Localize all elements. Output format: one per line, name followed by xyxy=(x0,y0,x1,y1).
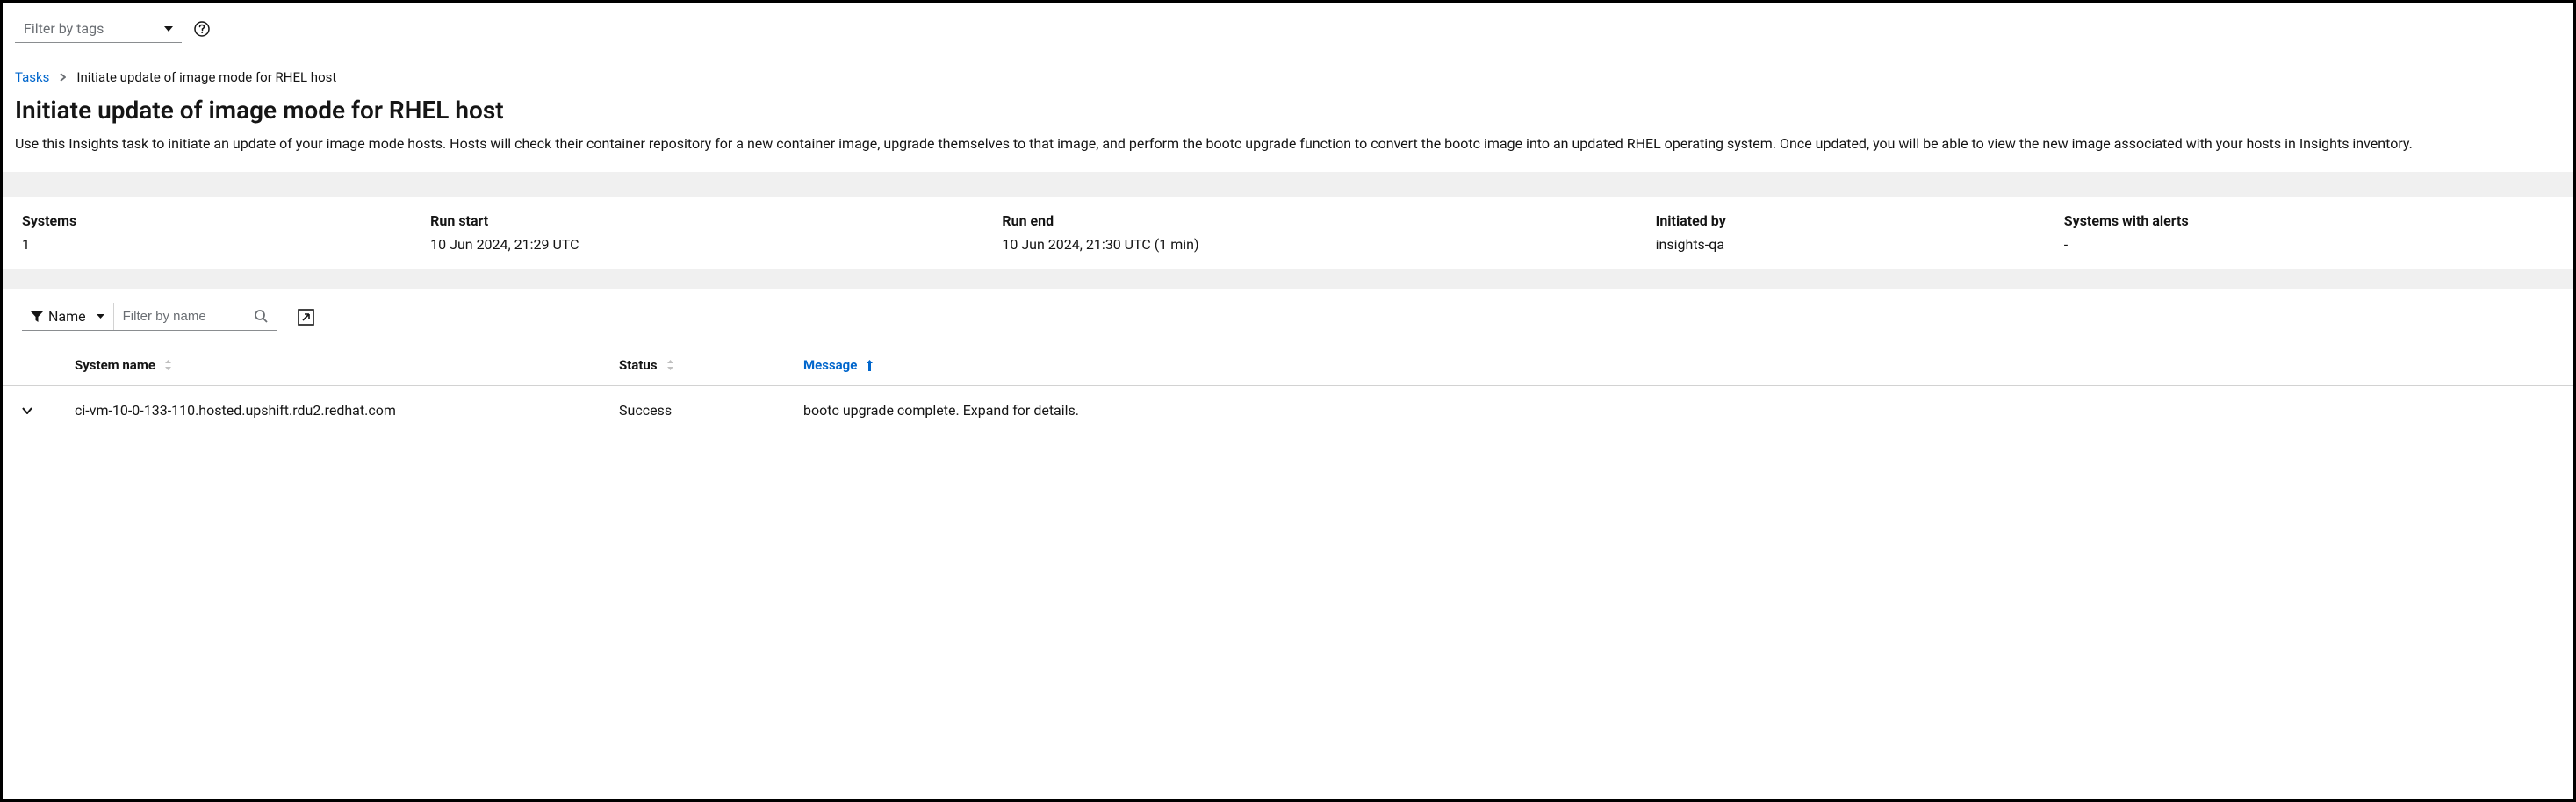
filter-by-tags-dropdown[interactable]: Filter by tags xyxy=(15,15,182,43)
filter-by-name-input[interactable] xyxy=(123,309,255,324)
filter-by-tags-label: Filter by tags xyxy=(24,20,104,37)
table-header: System name Status Message xyxy=(3,345,2573,386)
page-description: Use this Insights task to initiate an up… xyxy=(15,133,2561,154)
cell-message: bootc upgrade complete. Expand for detai… xyxy=(803,402,2554,419)
alerts-label: Systems with alerts xyxy=(2064,212,2554,229)
systems-value: 1 xyxy=(22,236,430,253)
breadcrumb: Tasks Initiate update of image mode for … xyxy=(15,69,2561,85)
cell-status: Success xyxy=(619,402,803,419)
sort-icon xyxy=(164,360,172,370)
filter-type-label: Name xyxy=(48,308,86,325)
column-system-name[interactable]: System name xyxy=(75,357,619,373)
systems-label: Systems xyxy=(22,212,430,229)
table-toolbar: Name xyxy=(3,289,2573,345)
breadcrumb-root-link[interactable]: Tasks xyxy=(15,69,49,85)
section-divider xyxy=(3,172,2573,197)
filter-type-dropdown[interactable]: Name xyxy=(22,303,114,330)
chevron-down-icon xyxy=(97,314,104,319)
run-end-value: 10 Jun 2024, 21:30 UTC (1 min) xyxy=(1002,236,1655,253)
section-divider xyxy=(3,269,2573,289)
run-start-value: 10 Jun 2024, 21:29 UTC xyxy=(430,236,1002,253)
run-end-label: Run end xyxy=(1002,212,1655,229)
alerts-value: - xyxy=(2064,236,2554,253)
sort-asc-icon xyxy=(866,360,874,371)
breadcrumb-current: Initiate update of image mode for RHEL h… xyxy=(76,69,336,85)
table-row: ci-vm-10-0-133-110.hosted.upshift.rdu2.r… xyxy=(3,386,2573,434)
run-start-label: Run start xyxy=(430,212,1002,229)
column-status[interactable]: Status xyxy=(619,357,803,373)
export-button[interactable] xyxy=(298,309,314,326)
cell-system-name: ci-vm-10-0-133-110.hosted.upshift.rdu2.r… xyxy=(75,402,619,419)
summary-card: Systems 1 Run start 10 Jun 2024, 21:29 U… xyxy=(3,197,2573,269)
chevron-right-icon xyxy=(60,73,66,82)
help-icon[interactable] xyxy=(192,19,212,39)
search-icon[interactable] xyxy=(255,310,268,323)
chevron-down-icon xyxy=(164,26,173,32)
page-title: Initiate update of image mode for RHEL h… xyxy=(15,96,2561,125)
initiated-by-value: insights-qa xyxy=(1656,236,2064,253)
filter-icon xyxy=(31,311,43,323)
expand-row-toggle[interactable] xyxy=(22,407,75,414)
column-message[interactable]: Message xyxy=(803,357,2554,373)
sort-icon xyxy=(666,360,674,370)
initiated-by-label: Initiated by xyxy=(1656,212,2064,229)
